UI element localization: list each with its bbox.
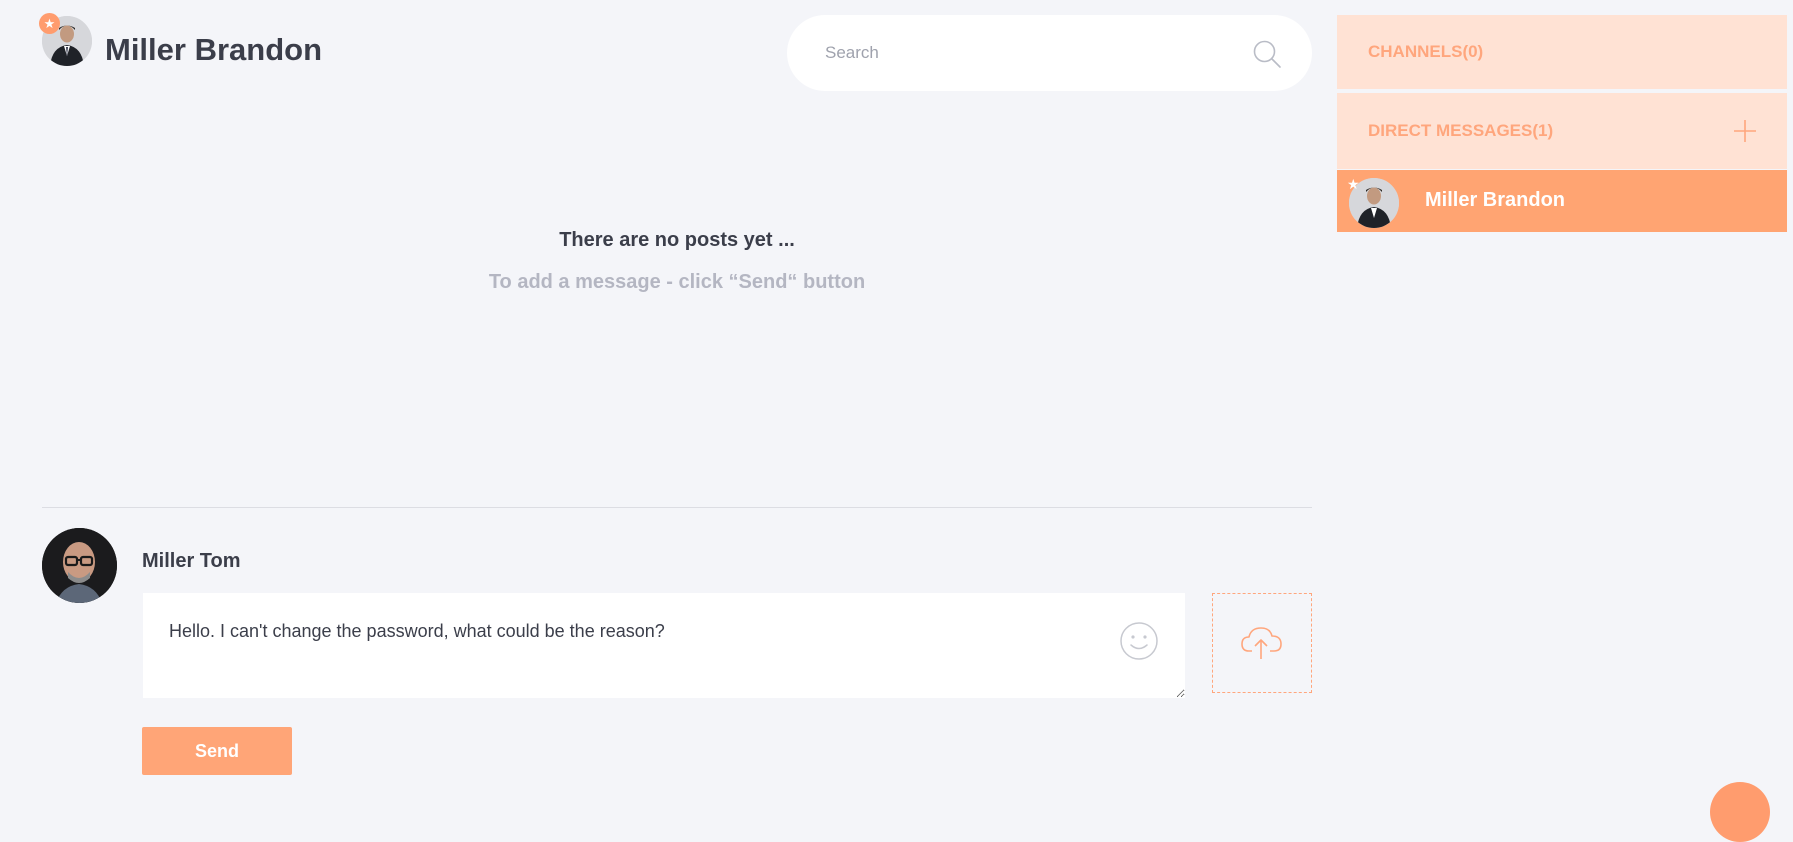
dm-item-miller-brandon[interactable]: ★ Miller Brandon — [1337, 170, 1787, 232]
empty-state-title: There are no posts yet ... — [559, 229, 795, 251]
search-input[interactable] — [823, 42, 1242, 64]
channels-label: CHANNELS(0) — [1368, 42, 1484, 61]
current-user-name: Miller Tom — [142, 550, 241, 572]
emoji-icon[interactable] — [1119, 621, 1159, 661]
file-upload-area[interactable] — [1212, 593, 1312, 693]
direct-messages-label: DIRECT MESSAGES(1) — [1368, 121, 1554, 140]
search-icon[interactable] — [1252, 39, 1282, 69]
dm-avatar-wrap: ★ — [1347, 176, 1399, 228]
channels-section-header[interactable]: CHANNELS(0) — [1337, 15, 1787, 89]
message-input[interactable] — [143, 593, 1185, 698]
search-bar[interactable] — [787, 15, 1312, 91]
cloud-upload-icon — [1241, 627, 1282, 659]
dm-item-label: Miller Brandon — [1425, 189, 1566, 211]
current-user-avatar — [42, 528, 117, 603]
message-composer[interactable] — [143, 593, 1185, 698]
empty-state-subtitle: To add a message - click “Send“ button — [488, 271, 866, 293]
chat-header-avatar: ★ — [39, 13, 92, 66]
favorite-star-icon: ★ — [1347, 176, 1360, 192]
floating-action-button[interactable] — [1710, 782, 1770, 842]
direct-messages-section-header[interactable]: DIRECT MESSAGES(1) — [1337, 93, 1787, 169]
send-button[interactable]: Send — [142, 727, 292, 775]
page-title: Miller Brandon — [105, 32, 323, 67]
favorite-star-icon: ★ — [39, 13, 60, 34]
divider — [42, 507, 1312, 508]
plus-icon[interactable] — [1733, 119, 1757, 143]
